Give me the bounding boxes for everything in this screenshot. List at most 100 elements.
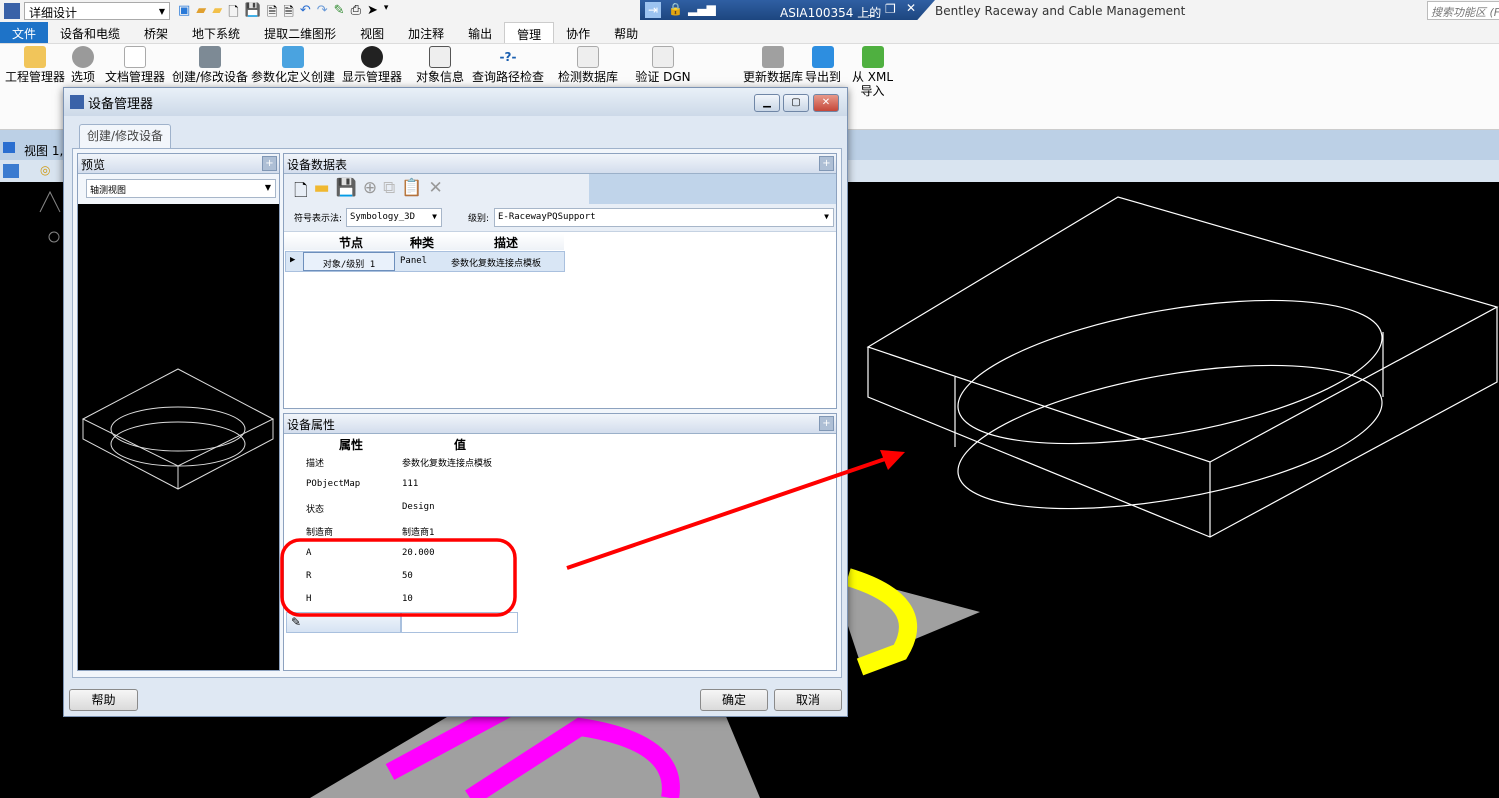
new-icon[interactable]: 🗋 [294, 178, 308, 201]
wireframe-model [866, 196, 1499, 538]
ribbon-search-input[interactable]: 搜索功能区 (F [1427, 1, 1499, 20]
tab-content: 预览 + 轴测视图 ▼ 设备数据表 + 🗋 ▬ 💾 ⊕ ⧉ 📋 ✕ 符号表示法:… [72, 148, 842, 678]
tab-collaborate[interactable]: 协作 [554, 22, 602, 43]
view-type-dropdown[interactable]: 轴测视图 ▼ [86, 179, 276, 198]
property-row[interactable]: 制造商 制造商1 [284, 520, 519, 542]
object-info-button[interactable]: 对象信息 [405, 46, 475, 84]
pin-icon[interactable]: + [262, 156, 277, 171]
symbology-dropdown[interactable]: Symbology_3D ▼ [346, 208, 442, 227]
property-name: 制造商 [306, 528, 334, 538]
verify-dgn-button[interactable]: 验证 DGN [628, 46, 698, 84]
tab-underground[interactable]: 地下系统 [180, 22, 252, 43]
dgn-check-icon [652, 46, 674, 68]
property-row[interactable]: R 50 [284, 566, 519, 588]
cell-description[interactable]: 参数化复数连接点模板 [451, 256, 541, 269]
equipment-datatable-panel: 设备数据表 + 🗋 ▬ 💾 ⊕ ⧉ 📋 ✕ 符号表示法: Symbology_3D… [283, 153, 837, 409]
maximize-button[interactable]: ▢ [783, 94, 809, 112]
paste-icon[interactable]: 📋 [401, 178, 422, 200]
save-icon[interactable]: 💾 [336, 178, 357, 200]
new-row-value-cell[interactable] [401, 612, 518, 633]
workflow-dropdown[interactable]: 详细设计 ▼ [24, 2, 170, 20]
tab-help[interactable]: 帮助 [602, 22, 650, 43]
check-database-button[interactable]: 检测数据库 [548, 46, 628, 84]
property-row[interactable]: H 10 [284, 589, 519, 611]
datatable-filter-bar: 符号表示法: Symbology_3D ▼ 级别: E-RacewayPQSupp… [284, 204, 836, 232]
app-logo-icon [4, 3, 20, 19]
help-button[interactable]: 帮助 [69, 689, 138, 711]
label: 导出到 [804, 70, 841, 84]
property-row[interactable]: A 20.000 [284, 543, 519, 565]
ok-button[interactable]: 确定 [700, 689, 768, 711]
tab-create-modify[interactable]: 创建/修改设备 [79, 124, 171, 148]
close-button[interactable]: ✕ [813, 94, 839, 112]
pin-icon[interactable]: + [819, 416, 834, 431]
dialog-title: 设备管理器 [88, 96, 154, 112]
label: 更新数据库 [742, 70, 803, 84]
property-value[interactable]: 50 [402, 571, 413, 581]
property-name: H [306, 594, 312, 604]
property-row[interactable]: 描述 参数化复数连接点模板 [284, 451, 519, 473]
remote-session-bar: ⇥ 🔒 ▂▄▆ ASIA100354 上的 YHwin10-20230220 _… [640, 0, 935, 20]
copy-icon[interactable]: ⧉ [383, 178, 395, 200]
pin-icon[interactable]: + [819, 156, 834, 171]
minimize-button[interactable]: ▁ [754, 94, 780, 112]
property-value[interactable]: 111 [402, 479, 418, 489]
cell-type[interactable]: Panel [400, 256, 427, 266]
delete-icon[interactable]: ✕ [428, 178, 442, 200]
new-row-edit-icon[interactable]: ✎ [286, 612, 401, 633]
view-rotate-widget[interactable] [39, 190, 61, 243]
equipment-table: 节点 种类 描述 ▶ 对象/级别 1 Panel 参数化复数连接点模板 [284, 232, 836, 402]
column-header-description[interactable]: 描述 [494, 234, 518, 251]
chevron-down-icon: ▼ [158, 7, 165, 16]
create-modify-equipment-button[interactable]: 创建/修改设备 [170, 46, 250, 84]
equipment-manager-dialog: 设备管理器 ▁ ▢ ✕ 创建/修改设备 预览 + 轴测视图 ▼ 设备数据表 + [63, 87, 848, 717]
tab-manage[interactable]: 管理 [504, 22, 555, 43]
info-list-icon [429, 46, 451, 68]
tab-view[interactable]: 视图 [348, 22, 396, 43]
display-manager-button[interactable]: 显示管理器 [337, 46, 407, 84]
property-value[interactable]: 参数化复数连接点模板 [402, 456, 492, 469]
property-value[interactable]: 10 [402, 594, 413, 604]
view-attributes-icon[interactable] [3, 164, 19, 178]
route-check-button[interactable]: -?- 查询路径检查 [468, 46, 548, 84]
import-xml-button[interactable]: 从 XML 导入 [850, 46, 895, 98]
cancel-button[interactable]: 取消 [774, 689, 842, 711]
label: 检测数据库 [557, 70, 618, 84]
database-import-icon [861, 46, 884, 68]
property-value[interactable]: Design [402, 502, 435, 512]
export-button[interactable]: 导出到 [798, 46, 848, 84]
property-value[interactable]: 制造商1 [402, 525, 434, 538]
table-row[interactable]: ▶ 对象/级别 1 Panel 参数化复数连接点模板 [285, 251, 565, 272]
tab-output[interactable]: 输出 [456, 22, 504, 43]
minimize-icon[interactable]: _ [868, 2, 874, 16]
table-header: 节点 种类 描述 [284, 234, 564, 250]
property-row[interactable]: PObjectMap 111 [284, 474, 519, 496]
cell-node[interactable]: 对象/级别 1 [303, 252, 395, 271]
document-icon [124, 46, 146, 68]
tab-tray[interactable]: 桥架 [132, 22, 180, 43]
property-value[interactable]: 20.000 [402, 548, 435, 558]
database-export-icon [812, 46, 834, 68]
tab-equipment-cable[interactable]: 设备和电缆 [48, 22, 132, 43]
tab-annotate[interactable]: 加注释 [396, 22, 456, 43]
restore-icon[interactable]: ❐ [885, 2, 896, 16]
dialog-titlebar[interactable]: 设备管理器 ▁ ▢ ✕ [64, 88, 847, 116]
parametric-create-button[interactable]: 参数化定义创建 [248, 46, 338, 84]
label: 对象信息 [415, 70, 464, 84]
query-icon: -?- [499, 50, 517, 64]
add-equipment-icon[interactable]: ⊕ [363, 178, 377, 200]
open-folder-icon[interactable]: ▬ [314, 178, 330, 200]
view-type-value: 轴测视图 [90, 186, 127, 196]
property-name: R [306, 571, 312, 581]
column-header-type[interactable]: 种类 [410, 234, 434, 251]
tab-file[interactable]: 文件 [0, 22, 49, 43]
close-icon[interactable]: ✕ [906, 1, 916, 15]
view-display-icon[interactable]: ◎ [40, 163, 50, 177]
pin-bar-icon[interactable]: ⇥ [645, 2, 661, 18]
tab-extract-2d[interactable]: 提取二维图形 [252, 22, 348, 43]
level-dropdown[interactable]: E-RacewayPQSupport ▼ [494, 208, 834, 227]
label: 创建/修改设备 [171, 70, 249, 84]
document-manager-button[interactable]: 文档管理器 [100, 46, 170, 84]
property-row[interactable]: 状态 Design [284, 497, 519, 519]
column-header-node[interactable]: 节点 [339, 234, 363, 251]
